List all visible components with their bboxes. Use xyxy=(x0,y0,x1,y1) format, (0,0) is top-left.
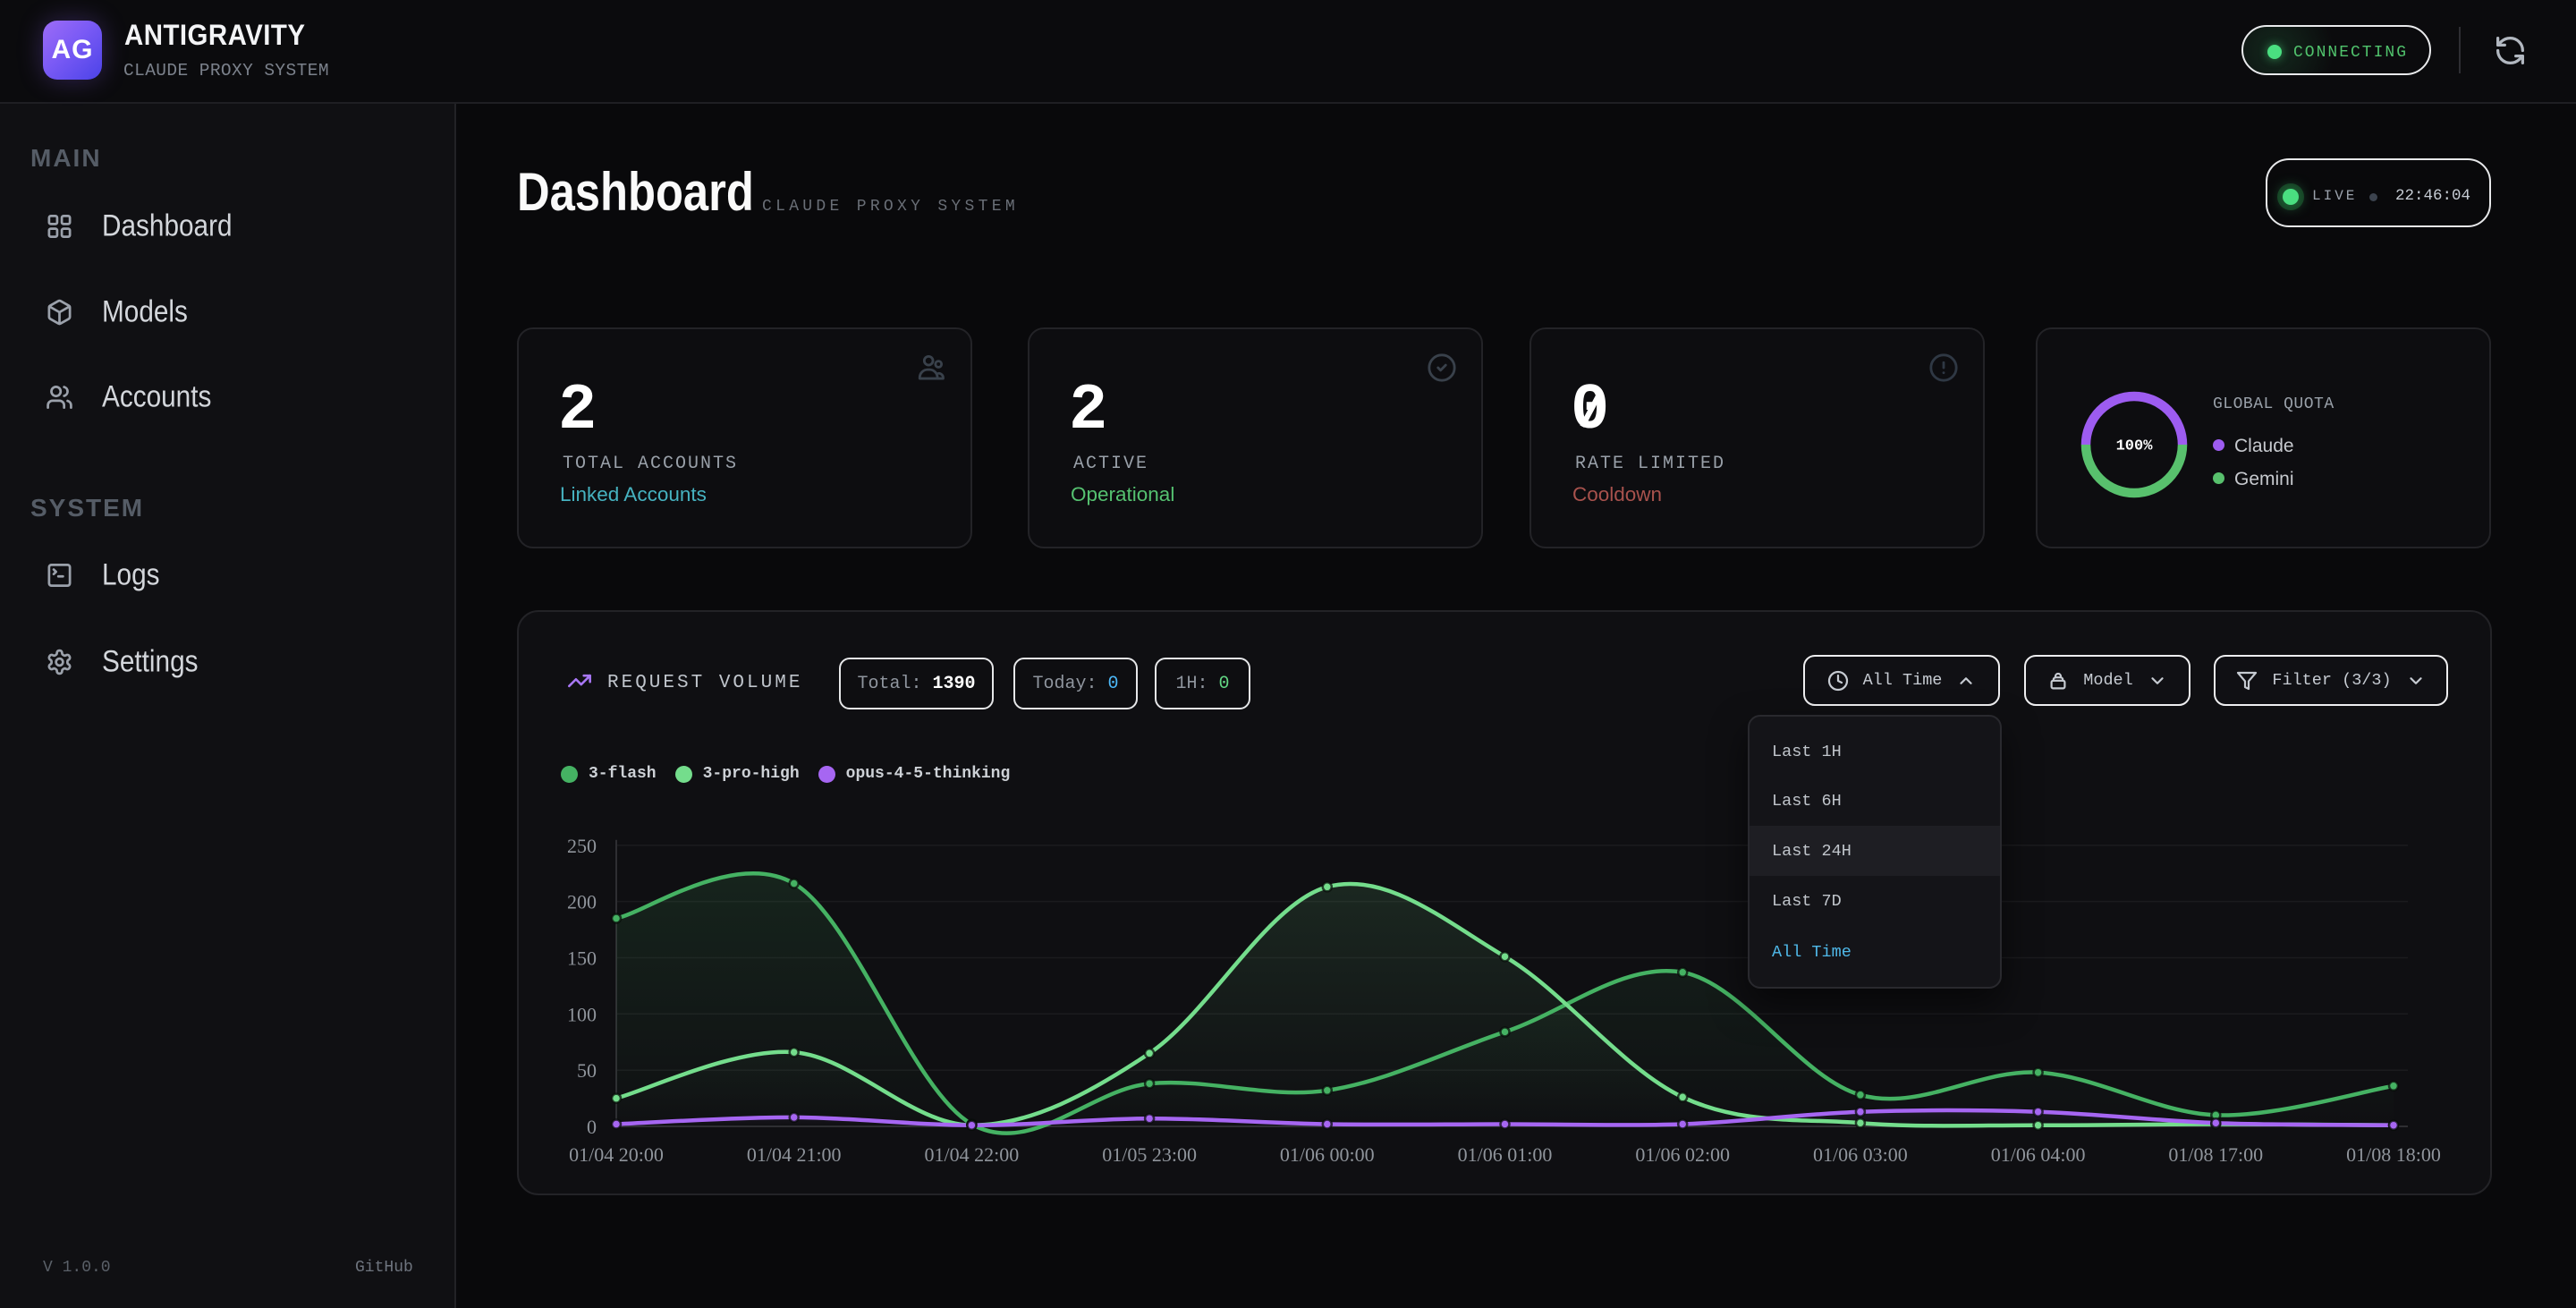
svg-text:0: 0 xyxy=(587,1116,597,1138)
svg-text:150: 150 xyxy=(567,947,597,970)
svg-text:01/06 01:00: 01/06 01:00 xyxy=(1458,1143,1553,1166)
svg-text:01/04 21:00: 01/04 21:00 xyxy=(747,1143,842,1166)
svg-text:50: 50 xyxy=(577,1059,597,1082)
svg-text:100%: 100% xyxy=(2116,438,2154,455)
svg-text:01/06 03:00: 01/06 03:00 xyxy=(1813,1143,1908,1166)
svg-text:01/06 04:00: 01/06 04:00 xyxy=(1991,1143,2086,1166)
svg-text:01/06 00:00: 01/06 00:00 xyxy=(1280,1143,1375,1166)
svg-text:100: 100 xyxy=(567,1003,597,1025)
svg-text:01/06 02:00: 01/06 02:00 xyxy=(1635,1143,1730,1166)
svg-text:01/08 18:00: 01/08 18:00 xyxy=(2346,1143,2441,1166)
svg-text:01/05 23:00: 01/05 23:00 xyxy=(1102,1143,1197,1166)
svg-text:01/04 22:00: 01/04 22:00 xyxy=(925,1143,1020,1166)
svg-text:01/04 20:00: 01/04 20:00 xyxy=(569,1143,664,1166)
svg-text:250: 250 xyxy=(567,835,597,857)
svg-text:200: 200 xyxy=(567,891,597,913)
svg-text:01/08 17:00: 01/08 17:00 xyxy=(2168,1143,2263,1166)
